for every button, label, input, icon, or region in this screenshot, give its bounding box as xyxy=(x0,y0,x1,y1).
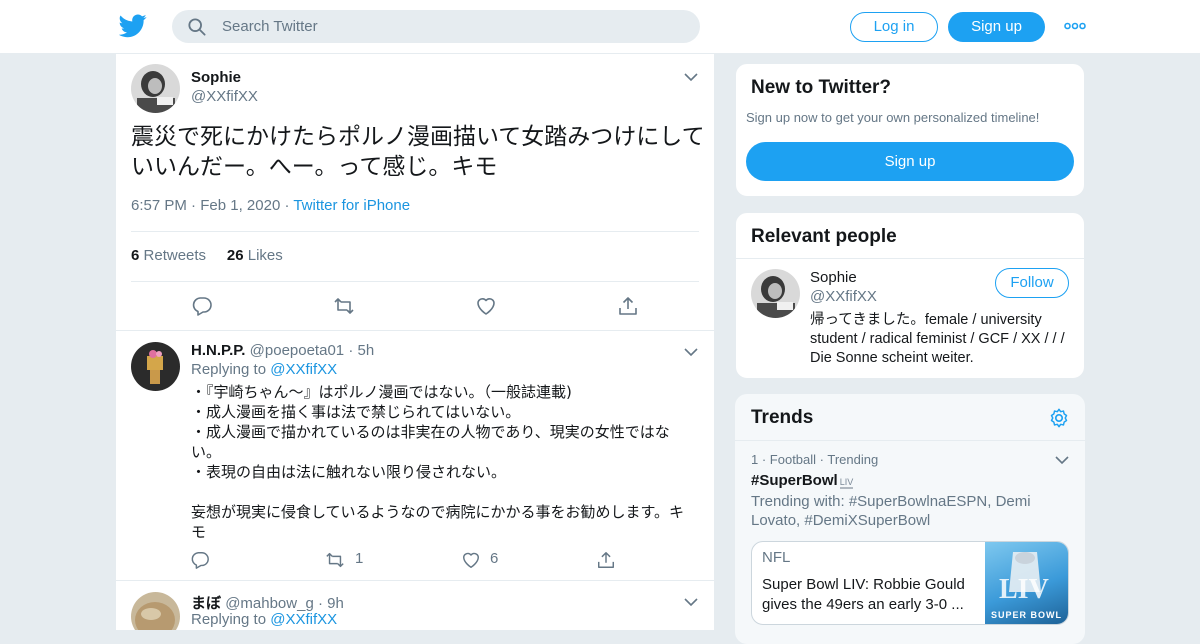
chevron-down-icon[interactable] xyxy=(1055,455,1069,465)
trends-card: Trends 1 · Football · Trending #SuperBow… xyxy=(735,394,1085,644)
reply-author-name[interactable]: H.N.P.P. xyxy=(191,342,245,359)
relevant-person-handle[interactable]: @XXfifXX xyxy=(810,288,877,305)
signup-card-button[interactable]: Sign up xyxy=(746,142,1074,181)
relevant-people-title: Relevant people xyxy=(751,226,897,247)
tweet-text: 震災で死にかけたらポルノ漫画描いて女踏みつけにしていいんだー。へー。って感じ。キ… xyxy=(131,124,705,180)
tweet-meta: 6:57 PM · Feb 1, 2020 · Twitter for iPho… xyxy=(131,197,411,214)
thumbnail-caption: SUPER BOWL xyxy=(991,610,1063,620)
trend-meta: 1 · Football · Trending xyxy=(751,452,879,467)
tweet-date: Feb 1, 2020 xyxy=(200,197,281,214)
reply-header: まぼ @mahbow_g · 9h xyxy=(191,595,344,612)
more-options-icon[interactable] xyxy=(1064,18,1086,34)
news-title: Super Bowl LIV: Robbie Gould gives the 4… xyxy=(762,576,965,613)
news-thumbnail: LIV SUPER BOWL xyxy=(985,542,1068,624)
reply-age[interactable]: 9h xyxy=(327,595,344,612)
reply-tweet[interactable]: まぼ @mahbow_g · 9h Replying to @XXfifXX xyxy=(116,580,714,630)
replying-to: Replying to @XXfifXX xyxy=(191,361,338,378)
search-icon xyxy=(188,18,206,36)
retweet-count: 1 xyxy=(355,550,364,567)
share-icon[interactable] xyxy=(596,550,616,570)
relevant-person-name[interactable]: Sophie xyxy=(810,269,857,286)
reply-text: ・『宇崎ちゃん～』はポルノ漫画ではない。（一般誌連載) ・成人漫画を描く事は法で… xyxy=(191,383,685,541)
tweet-source-link[interactable]: Twitter for iPhone xyxy=(293,197,410,214)
news-source: NFL xyxy=(762,549,791,566)
tweet-time: 6:57 PM xyxy=(131,197,187,214)
like-icon[interactable] xyxy=(461,550,481,570)
replying-to-link[interactable]: @XXfifXX xyxy=(270,361,337,378)
signup-card: New to Twitter? Sign up now to get your … xyxy=(735,63,1085,197)
svg-text:LIV: LIV xyxy=(999,574,1049,605)
likes-stat[interactable]: 26 Likes xyxy=(227,247,283,264)
avatar[interactable] xyxy=(131,342,180,391)
share-icon[interactable] xyxy=(617,295,639,317)
reply-author-name[interactable]: まぼ xyxy=(191,595,221,612)
avatar[interactable] xyxy=(131,64,180,113)
reply-author-handle[interactable]: @mahbow_g xyxy=(225,595,314,612)
divider xyxy=(131,231,699,232)
trends-title: Trends xyxy=(751,407,814,428)
author-handle[interactable]: @XXfifXX xyxy=(191,88,258,105)
tweet-column: Sophie @XXfifXX 震災で死にかけたらポルノ漫画描いて女踏みつけにし… xyxy=(115,54,715,630)
relevant-person-bio: 帰ってきました。female / university student / ra… xyxy=(810,312,1065,366)
divider xyxy=(735,440,1085,441)
tweet-stats: 6 Retweets 26 Likes xyxy=(131,247,283,264)
like-icon[interactable] xyxy=(475,295,497,317)
trend-news-card[interactable]: NFL Super Bowl LIV: Robbie Gould gives t… xyxy=(751,541,1069,625)
search-input[interactable] xyxy=(222,10,682,43)
reply-header: H.N.P.P. @poepoeta01 · 5h xyxy=(191,342,375,359)
relevant-people-card: Relevant people Sophie @XXfifXX Follow 帰… xyxy=(735,212,1085,379)
divider xyxy=(736,258,1084,259)
search-box[interactable] xyxy=(172,10,700,43)
avatar[interactable] xyxy=(751,269,800,318)
trend-context: Trending with: #SuperBowlnaESPN, Demi Lo… xyxy=(751,493,1031,529)
chevron-down-icon[interactable] xyxy=(684,347,698,357)
signup-card-subtitle: Sign up now to get your own personalized… xyxy=(746,110,1040,125)
divider xyxy=(131,281,699,282)
reply-age[interactable]: 5h xyxy=(357,342,374,359)
author-name[interactable]: Sophie xyxy=(191,69,241,86)
replying-to-link[interactable]: @XXfifXX xyxy=(270,611,337,628)
like-count: 6 xyxy=(490,550,499,567)
trend-name[interactable]: #SuperBowl LIV xyxy=(751,472,854,489)
top-bar: Log in Sign up xyxy=(0,0,1200,54)
reply-tweet[interactable]: H.N.P.P. @poepoeta01 · 5h Replying to @X… xyxy=(116,330,714,580)
login-button[interactable]: Log in xyxy=(850,12,938,42)
retweets-stat[interactable]: 6 Retweets xyxy=(131,247,206,264)
retweet-icon[interactable] xyxy=(325,550,345,570)
trophy-icon: LIV xyxy=(839,477,854,489)
replying-to: Replying to @XXfifXX xyxy=(191,611,338,628)
chevron-down-icon[interactable] xyxy=(684,72,698,82)
avatar[interactable] xyxy=(131,592,180,630)
reply-icon[interactable] xyxy=(191,295,213,317)
retweet-icon[interactable] xyxy=(333,295,355,317)
reply-icon[interactable] xyxy=(190,550,210,570)
signup-card-title: New to Twitter? xyxy=(751,77,892,98)
signup-button[interactable]: Sign up xyxy=(948,12,1045,42)
twitter-logo-icon[interactable] xyxy=(119,13,147,39)
gear-icon[interactable] xyxy=(1048,407,1070,429)
reply-author-handle[interactable]: @poepoeta01 xyxy=(250,342,344,359)
chevron-down-icon[interactable] xyxy=(684,597,698,607)
follow-button[interactable]: Follow xyxy=(995,268,1069,298)
